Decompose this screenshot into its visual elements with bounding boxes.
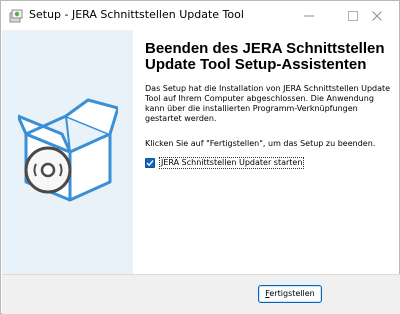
launch-app-option[interactable]: JERA Schnittstellen Updater starten	[145, 157, 305, 169]
launch-app-label[interactable]: JERA Schnittstellen Updater starten	[159, 157, 305, 169]
wizard-footer: Fertigstellen	[2, 274, 400, 314]
setup-app-icon	[9, 8, 24, 23]
page-title: Beenden des JERA Schnittstellen Update T…	[145, 40, 385, 73]
title-bar: Setup - JERA Schnittstellen Update Tool	[1, 1, 399, 30]
finish-instruction: Klicken Sie auf "Fertigstellen", um das …	[145, 139, 376, 148]
close-icon	[372, 10, 382, 21]
completion-message: Das Setup hat die Installation von JERA …	[145, 84, 391, 123]
wizard-sidebar	[2, 30, 133, 274]
finish-button-label: ertigstellen	[269, 289, 315, 298]
software-box-with-disc-icon	[16, 94, 120, 208]
finish-button[interactable]: Fertigstellen	[258, 285, 322, 303]
close-button[interactable]	[355, 1, 399, 30]
launch-app-checkbox[interactable]	[145, 158, 155, 168]
checkmark-icon	[146, 160, 154, 167]
window-title: Setup - JERA Schnittstellen Update Tool	[29, 8, 244, 21]
minimize-button[interactable]	[287, 1, 331, 30]
minimize-icon	[304, 15, 314, 16]
setup-window: Setup - JERA Schnittstellen Update Tool	[0, 0, 400, 314]
wizard-content: Beenden des JERA Schnittstellen Update T…	[133, 30, 399, 274]
